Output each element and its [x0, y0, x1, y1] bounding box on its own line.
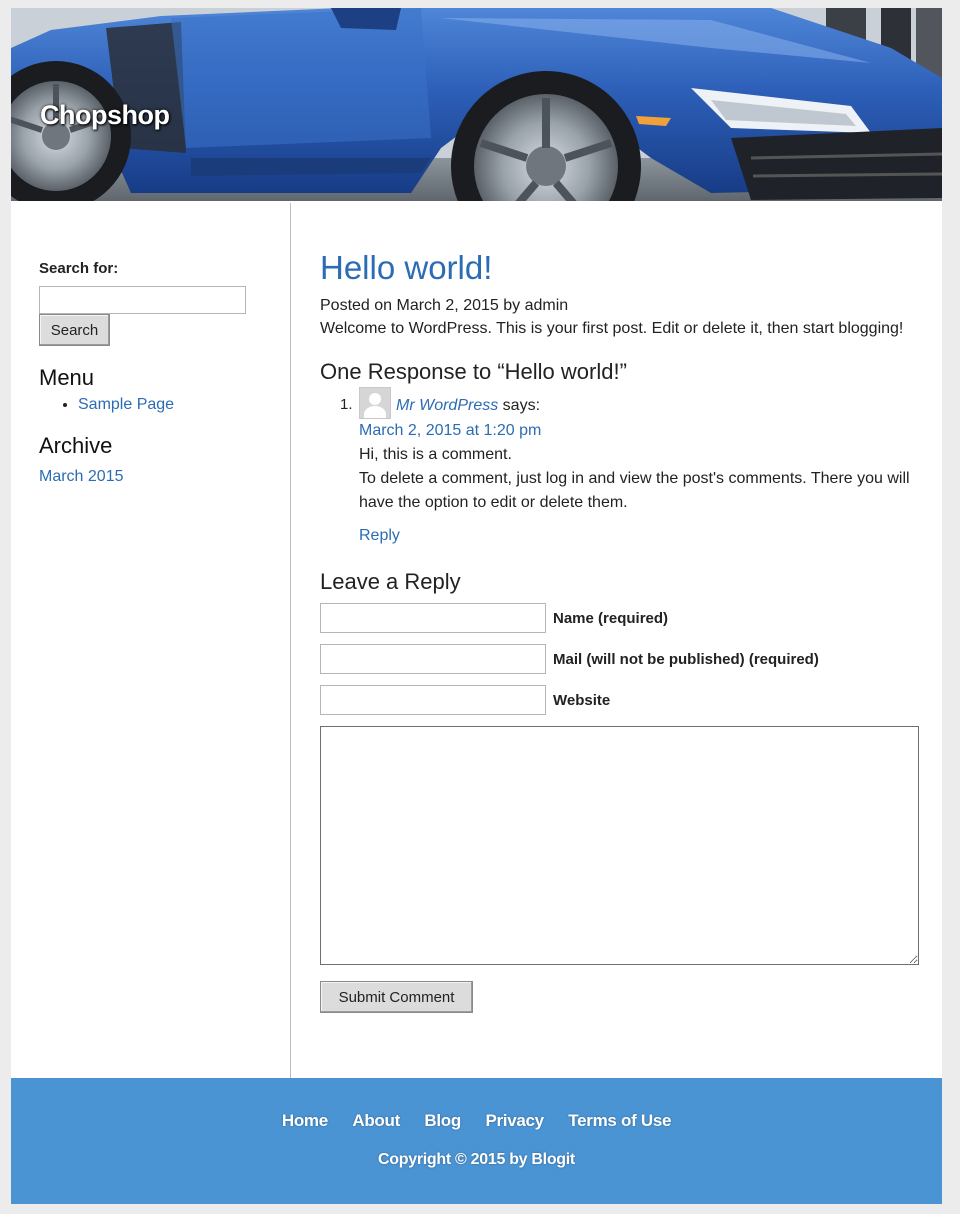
- menu-item-sample-page[interactable]: Sample Page: [78, 396, 174, 413]
- footer-copyright: Copyright © 2015 by Blogit: [378, 1151, 575, 1168]
- page-frame: Chopshop Search for: Search Menu Sample …: [11, 8, 942, 1204]
- name-row: Name (required): [320, 603, 920, 633]
- avatar: [359, 387, 391, 419]
- footer-link-blog[interactable]: Blog: [424, 1111, 461, 1130]
- leave-reply-title: Leave a Reply: [320, 569, 461, 594]
- website-field[interactable]: [320, 685, 546, 715]
- website-row: Website: [320, 685, 920, 715]
- comment-form: Name (required) Mail (will not be publis…: [320, 603, 920, 1013]
- search-input[interactable]: [39, 286, 246, 314]
- comment-date-link[interactable]: March 2, 2015 at 1:20 pm: [359, 419, 920, 443]
- footer-link-privacy[interactable]: Privacy: [485, 1111, 544, 1130]
- comment-text-line-2: To delete a comment, just log in and vie…: [359, 470, 910, 511]
- comment-textarea[interactable]: [320, 726, 919, 965]
- site-footer: Home About Blog Privacy Terms of Use Cop…: [11, 1078, 942, 1204]
- main-content: Hello world! Posted on March 2, 2015 by …: [320, 248, 920, 1013]
- submit-comment-button[interactable]: Submit Comment: [320, 981, 473, 1013]
- comment-text-line-1: Hi, this is a comment.: [359, 446, 512, 463]
- comment-list: 1. Mr WordPress says: March 2, 2015 at 1…: [320, 387, 920, 548]
- comments-title: One Response to “Hello world!”: [320, 359, 627, 384]
- menu-widget-title: Menu: [39, 365, 95, 390]
- mail-label: Mail (will not be published) (required): [553, 650, 819, 668]
- name-field[interactable]: [320, 603, 546, 633]
- email-field[interactable]: [320, 644, 546, 674]
- site-header: Chopshop: [11, 8, 942, 201]
- menu-list: Sample Page: [39, 396, 269, 414]
- post-body: Welcome to WordPress. This is your first…: [320, 320, 904, 337]
- comment-author-link[interactable]: Mr WordPress: [396, 397, 498, 414]
- comment-item: 1. Mr WordPress says: March 2, 2015 at 1…: [320, 387, 920, 548]
- post-meta: Posted on March 2, 2015 by admin: [320, 295, 920, 317]
- comment-reply-link[interactable]: Reply: [359, 524, 920, 548]
- name-label: Name (required): [553, 609, 669, 627]
- archive-link-march-2015[interactable]: March 2015: [39, 468, 269, 486]
- footer-link-terms[interactable]: Terms of Use: [568, 1111, 671, 1130]
- post-date: March 2, 2015: [396, 297, 499, 314]
- post-title-text[interactable]: Hello world!: [320, 249, 492, 286]
- post-meta-by: by: [498, 297, 525, 314]
- post-author: admin: [524, 297, 569, 314]
- sidebar-divider: [290, 203, 291, 1078]
- footer-link-about[interactable]: About: [352, 1111, 400, 1130]
- website-label: Website: [553, 691, 611, 709]
- search-label: Search for:: [39, 260, 119, 277]
- comment-says: says:: [498, 397, 541, 415]
- search-button[interactable]: Search: [39, 314, 110, 346]
- post-meta-prefix: Posted on: [320, 297, 397, 314]
- post-title[interactable]: Hello world!: [320, 248, 920, 288]
- comment-number: 1.: [340, 396, 353, 413]
- sidebar: Search for: Search Menu Sample Page Arch…: [39, 260, 269, 486]
- footer-link-home[interactable]: Home: [282, 1111, 328, 1130]
- mail-row: Mail (will not be published) (required): [320, 644, 920, 674]
- menu-item: Sample Page: [78, 396, 269, 414]
- footer-nav: Home About Blog Privacy Terms of Use: [11, 1111, 942, 1131]
- archive-widget-title: Archive: [39, 433, 113, 458]
- site-title[interactable]: Chopshop: [40, 100, 170, 131]
